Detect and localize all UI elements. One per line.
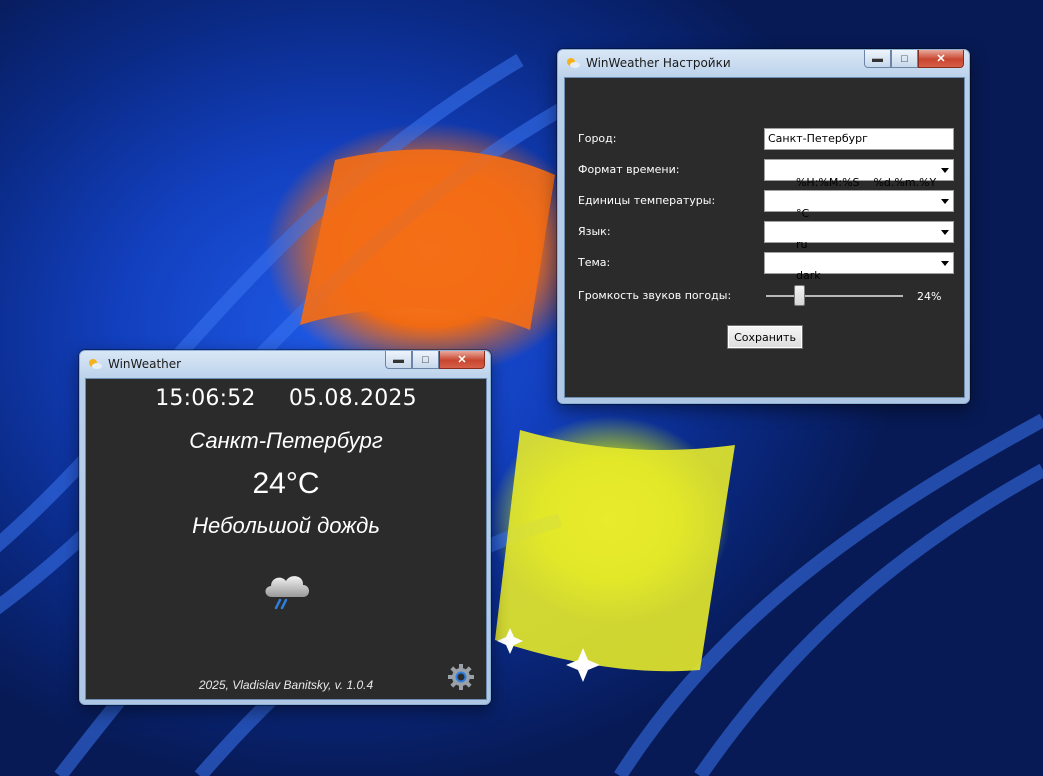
date-label: 05.08.2025: [288, 386, 417, 411]
theme-row: Тема: dark: [565, 252, 964, 282]
main-window: WinWeather ▬ □ ✕ 15:06:52 05.08.2025 Сан…: [79, 350, 491, 705]
close-button[interactable]: ✕: [439, 351, 485, 369]
city-field-label: Город:: [578, 132, 617, 145]
units-value: °C: [795, 207, 810, 220]
maximize-icon: □: [901, 52, 908, 65]
sun-cloud-icon: [567, 58, 580, 68]
settings-caption-buttons: ▬ □ ✕: [864, 50, 964, 68]
minimize-icon: ▬: [872, 52, 883, 65]
units-label: Единицы температуры:: [578, 194, 716, 207]
city-row: Город: Санкт-Петербург: [565, 128, 964, 150]
chevron-down-icon: [941, 168, 949, 173]
city-label: Санкт-Петербург: [189, 428, 383, 453]
settings-titlebar[interactable]: WinWeather Настройки ▬ □ ✕: [558, 50, 969, 76]
main-caption-buttons: ▬ □ ✕: [385, 351, 485, 369]
language-label: Язык:: [578, 225, 611, 238]
close-icon: ✕: [936, 53, 946, 65]
sun-cloud-icon: [89, 359, 102, 369]
settings-client-area: Город: Санкт-Петербург Формат времени: %…: [564, 77, 965, 398]
time-format-label: Формат времени:: [578, 163, 680, 176]
chevron-down-icon: [941, 230, 949, 235]
temperature-label: 24°C: [252, 467, 320, 500]
datetime-row: 15:06:52 05.08.2025: [86, 386, 486, 411]
main-titlebar[interactable]: WinWeather ▬ □ ✕: [80, 351, 490, 377]
minimize-button[interactable]: ▬: [864, 50, 891, 68]
maximize-button[interactable]: □: [412, 351, 439, 369]
maximize-icon: □: [422, 353, 429, 366]
settings-window: WinWeather Настройки ▬ □ ✕ Город: Санкт-…: [557, 49, 970, 404]
footer-credits: 2025, Vladislav Banitsky, v. 1.0.4: [198, 678, 374, 692]
volume-label: Громкость звуков погоды:: [578, 289, 732, 302]
close-button[interactable]: ✕: [918, 50, 964, 68]
city-input[interactable]: Санкт-Петербург: [764, 128, 954, 150]
chevron-down-icon: [941, 199, 949, 204]
volume-slider-thumb[interactable]: [793, 285, 805, 306]
time-label: 15:06:52: [155, 386, 256, 411]
main-window-title: WinWeather: [108, 357, 182, 371]
theme-label: Тема:: [578, 256, 611, 269]
chevron-down-icon: [941, 261, 949, 266]
volume-row: Громкость звуков погоды: 24%: [565, 285, 964, 307]
maximize-button[interactable]: □: [891, 50, 918, 68]
language-row: Язык: ru: [565, 221, 964, 251]
gear-icon[interactable]: [446, 662, 476, 692]
theme-value: dark: [795, 269, 821, 282]
language-value: ru: [795, 238, 808, 251]
language-select[interactable]: ru: [764, 221, 954, 251]
volume-slider-track[interactable]: [766, 295, 903, 297]
settings-window-title: WinWeather Настройки: [586, 56, 731, 70]
volume-value: 24%: [917, 290, 942, 303]
close-icon: ✕: [457, 354, 467, 366]
rain-cloud-icon: [265, 576, 309, 610]
time-format-select[interactable]: %H:%M:%S %d.%m.%Y: [764, 159, 954, 189]
minimize-button[interactable]: ▬: [385, 351, 412, 369]
units-row: Единицы температуры: °C: [565, 190, 964, 220]
main-client-area: 15:06:52 05.08.2025 Санкт-Петербург 24°C…: [85, 378, 487, 700]
time-format-row: Формат времени: %H:%M:%S %d.%m.%Y: [565, 159, 964, 189]
weather-description: Небольшой дождь: [192, 513, 380, 538]
time-format-value: %H:%M:%S %d.%m.%Y: [795, 176, 937, 189]
theme-select[interactable]: dark: [764, 252, 954, 282]
minimize-icon: ▬: [393, 353, 404, 366]
units-select[interactable]: °C: [764, 190, 954, 220]
save-button[interactable]: Сохранить: [727, 325, 803, 349]
